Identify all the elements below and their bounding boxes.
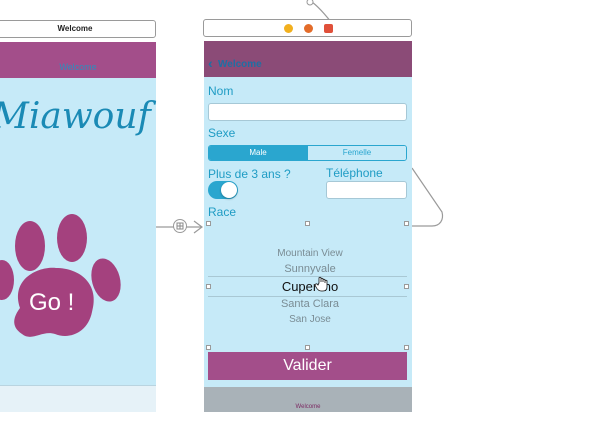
toggle-knob bbox=[221, 182, 237, 198]
view-controller-icon[interactable] bbox=[284, 24, 293, 33]
tab-bar: Welcome bbox=[204, 387, 412, 412]
go-button[interactable]: Go ! bbox=[29, 289, 74, 317]
left-nav-title: Welcome bbox=[59, 62, 97, 72]
resize-handle-top-left[interactable] bbox=[206, 221, 211, 226]
resize-handle-top-right[interactable] bbox=[404, 221, 409, 226]
name-label: Nom bbox=[208, 84, 234, 98]
picker-selection-line-top bbox=[208, 276, 407, 277]
right-navigation-bar: ‹ Welcome bbox=[204, 41, 412, 77]
submit-button[interactable]: Valider bbox=[208, 352, 407, 380]
sex-option-female[interactable]: Femelle bbox=[307, 146, 406, 160]
sex-segmented-control[interactable]: Male Femelle bbox=[208, 145, 407, 161]
picker-selection-line-bottom bbox=[208, 296, 407, 297]
paw-icon bbox=[0, 214, 121, 337]
sex-label: Sexe bbox=[208, 126, 236, 140]
segue-icon[interactable] bbox=[173, 219, 187, 233]
left-scene-title: Welcome bbox=[57, 24, 93, 33]
first-responder-icon[interactable] bbox=[304, 24, 313, 33]
tab-item-welcome[interactable]: Welcome bbox=[204, 404, 412, 410]
hand-cursor-icon bbox=[315, 276, 328, 292]
resize-handle-bottom-right[interactable] bbox=[404, 345, 409, 350]
scene-dock[interactable] bbox=[203, 19, 412, 37]
phone-label: Téléphone bbox=[326, 166, 383, 180]
left-navigation-bar: Welcome bbox=[0, 42, 156, 78]
back-button[interactable]: Welcome bbox=[218, 59, 262, 70]
exit-icon[interactable] bbox=[324, 24, 333, 33]
resize-handle-top-center[interactable] bbox=[305, 221, 310, 226]
back-chevron-icon[interactable]: ‹ bbox=[208, 56, 213, 70]
brand-title: Miawouf bbox=[0, 96, 151, 137]
picker-item[interactable]: San Jose bbox=[208, 314, 412, 325]
resize-handle-bottom-center[interactable] bbox=[305, 345, 310, 350]
age-toggle[interactable] bbox=[208, 181, 238, 199]
breed-label: Race bbox=[208, 205, 237, 219]
picker-selected-item[interactable]: Cupertino bbox=[208, 279, 412, 294]
submit-button-label: Valider bbox=[283, 357, 332, 374]
phone-field[interactable] bbox=[326, 181, 407, 199]
form-view[interactable] bbox=[204, 77, 412, 387]
sex-option-male[interactable]: Male bbox=[209, 146, 307, 160]
left-scene-title-bar[interactable]: Welcome bbox=[0, 20, 156, 38]
age-label: Plus de 3 ans ? bbox=[208, 167, 291, 181]
name-field[interactable] bbox=[208, 103, 407, 121]
left-bottom-bar bbox=[0, 385, 156, 412]
resize-handle-bottom-left[interactable] bbox=[206, 345, 211, 350]
picker-item[interactable]: Mountain View bbox=[208, 248, 412, 259]
picker-item[interactable]: Santa Clara bbox=[208, 298, 412, 310]
picker-item[interactable]: Sunnyvale bbox=[208, 263, 412, 275]
